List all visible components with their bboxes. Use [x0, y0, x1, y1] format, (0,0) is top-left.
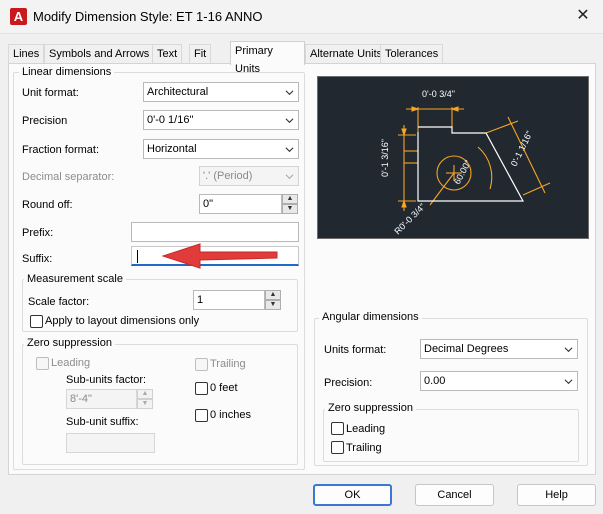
autocad-app-icon: A — [10, 8, 27, 25]
precision-value: 0'-0 1/16" — [147, 114, 194, 126]
dim-top-text: 0'-0 3/4" — [422, 89, 455, 99]
unit-format-select[interactable]: Architectural — [143, 82, 299, 102]
preview-drawing: 0'-0 3/4" 0'-1 3/16" 0'-1 1/16" R0'-0 3/… — [380, 89, 551, 236]
dim-bottom-text: R0'-0 3/4" — [392, 201, 427, 236]
angular-units-format-value: Decimal Degrees — [424, 343, 509, 355]
angular-leading-label: Leading — [346, 423, 386, 435]
window-title: Modify Dimension Style: ET 1-16 ANNO — [33, 9, 263, 24]
sub-unit-suffix-label: Sub-unit suffix: — [66, 416, 139, 428]
spin-up-icon[interactable]: ▲ — [137, 389, 153, 399]
chevron-down-icon — [564, 347, 573, 353]
angular-units-format-label: Units format: — [324, 344, 387, 356]
measurement-scale-title: Measurement scale — [24, 273, 126, 285]
dim-angle-text: 60.00° — [452, 158, 473, 186]
zero-inches-label: 0 inches — [210, 409, 251, 421]
chevron-down-icon — [564, 379, 573, 385]
angular-zero-suppression-group — [323, 409, 579, 462]
dimension-preview: 0'-0 3/4" 0'-1 3/16" 0'-1 1/16" R0'-0 3/… — [317, 76, 589, 239]
chevron-down-icon — [285, 118, 294, 124]
angular-precision-select[interactable]: 0.00 — [420, 371, 578, 391]
tab-fit[interactable]: Fit — [189, 44, 212, 64]
scale-factor-label: Scale factor: — [28, 296, 90, 308]
chevron-down-icon — [285, 174, 294, 180]
apply-layout-checkbox[interactable] — [30, 315, 43, 328]
tab-text[interactable]: Text — [152, 44, 183, 64]
prefix-input[interactable] — [131, 222, 299, 242]
close-icon[interactable]: ✕ — [573, 6, 593, 26]
dim-left-text: 0'-1 3/16" — [380, 139, 390, 177]
red-arrow-annotation-icon — [161, 243, 278, 269]
leading-checkbox[interactable] — [36, 357, 49, 370]
suffix-label: Suffix: — [22, 253, 53, 265]
sub-units-factor-input[interactable]: 8'-4" — [66, 389, 137, 409]
angular-trailing-checkbox[interactable] — [331, 441, 344, 454]
round-off-input[interactable]: 0" — [199, 194, 282, 214]
tab-lines[interactable]: Lines — [8, 44, 45, 64]
angular-dimensions-title: Angular dimensions — [319, 311, 422, 323]
dim-right-text: 0'-1 1/16" — [509, 129, 535, 167]
zero-inches-checkbox[interactable] — [195, 409, 208, 422]
spin-up-icon[interactable]: ▲ — [282, 194, 298, 204]
decimal-separator-label: Decimal separator: — [22, 171, 115, 183]
chevron-down-icon — [285, 90, 294, 96]
spin-up-icon[interactable]: ▲ — [265, 290, 281, 300]
fraction-format-label: Fraction format: — [22, 144, 100, 156]
trailing-checkbox[interactable] — [195, 358, 208, 371]
zero-suppression-title: Zero suppression — [24, 337, 115, 349]
tab-strip: Lines Symbols and Arrows Text Fit Primar… — [8, 41, 596, 75]
trailing-label: Trailing — [210, 358, 246, 370]
spin-down-icon[interactable]: ▼ — [282, 204, 298, 214]
help-button[interactable]: Help — [517, 484, 596, 506]
linear-dimensions-title: Linear dimensions — [19, 66, 115, 78]
zero-feet-label: 0 feet — [210, 382, 238, 394]
spin-down-icon[interactable]: ▼ — [137, 399, 153, 409]
sub-units-factor-spinner[interactable]: ▲ ▼ — [137, 389, 153, 409]
ok-button[interactable]: OK — [313, 484, 392, 506]
chevron-down-icon — [285, 147, 294, 153]
tab-symbols-and-arrows[interactable]: Symbols and Arrows — [44, 44, 155, 64]
apply-layout-label: Apply to layout dimensions only — [45, 315, 200, 327]
prefix-label: Prefix: — [22, 227, 54, 239]
sub-units-factor-label: Sub-units factor: — [66, 374, 147, 386]
angular-units-format-select[interactable]: Decimal Degrees — [420, 339, 578, 359]
leading-label: Leading — [51, 357, 91, 369]
decimal-separator-value: '.' (Period) — [203, 170, 253, 182]
scale-factor-input[interactable]: 1 — [193, 290, 265, 310]
unit-format-label: Unit format: — [22, 87, 79, 99]
title-bar: A Modify Dimension Style: ET 1-16 ANNO ✕ — [0, 0, 603, 34]
angular-precision-value: 0.00 — [424, 375, 446, 387]
angular-precision-label: Precision: — [324, 377, 373, 389]
scale-factor-spinner[interactable]: ▲ ▼ — [265, 290, 281, 310]
round-off-label: Round off: — [22, 199, 73, 211]
sub-unit-suffix-input[interactable] — [66, 433, 155, 453]
angular-leading-checkbox[interactable] — [331, 422, 344, 435]
decimal-separator-select[interactable]: '.' (Period) — [199, 166, 299, 186]
spin-down-icon[interactable]: ▼ — [265, 300, 281, 310]
tab-alternate-units[interactable]: Alternate Units — [305, 44, 388, 64]
round-off-spinner[interactable]: ▲ ▼ — [282, 194, 298, 214]
angular-zero-suppression-title: Zero suppression — [325, 402, 416, 414]
precision-select[interactable]: 0'-0 1/16" — [143, 110, 299, 130]
fraction-format-select[interactable]: Horizontal — [143, 139, 299, 159]
zero-feet-checkbox[interactable] — [195, 382, 208, 395]
precision-label: Precision — [22, 115, 68, 127]
fraction-format-value: Horizontal — [147, 143, 197, 155]
tab-primary-units[interactable]: Primary Units — [230, 41, 305, 75]
cancel-button[interactable]: Cancel — [415, 484, 494, 506]
text-caret — [137, 250, 138, 263]
tab-tolerances[interactable]: Tolerances — [380, 44, 444, 64]
angular-trailing-label: Trailing — [346, 442, 382, 454]
unit-format-value: Architectural — [147, 86, 209, 98]
